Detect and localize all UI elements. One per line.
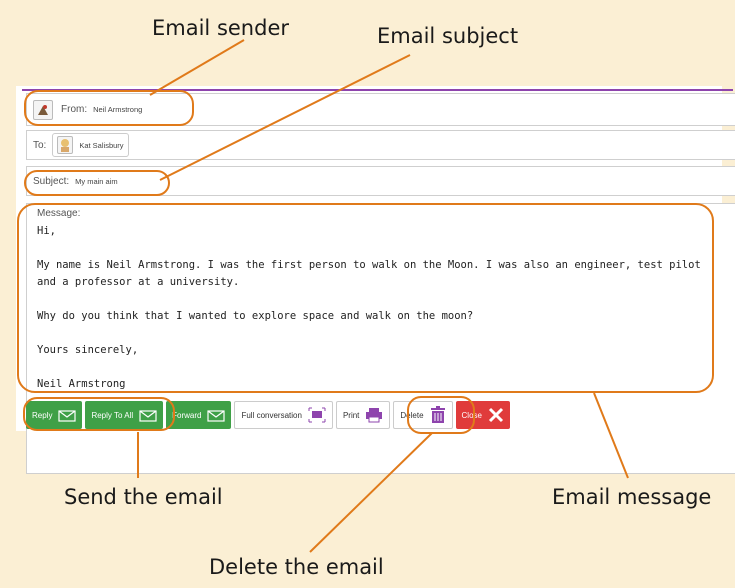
message-body: Hi, My name is Neil Armstrong. I was the…	[37, 223, 726, 393]
email-panel: From: Neil Armstrong To: Kat Salisbury S…	[16, 86, 735, 474]
forward-button[interactable]: Forward	[166, 401, 232, 429]
print-button[interactable]: Print	[335, 401, 391, 429]
printer-icon	[365, 407, 383, 423]
reply-label: Reply	[32, 410, 53, 420]
from-row: From: Neil Armstrong	[26, 93, 735, 126]
conversation-icon	[308, 407, 326, 423]
delete-button[interactable]: Delete	[393, 401, 453, 429]
callout-email-message: Email message	[552, 485, 712, 509]
callout-email-subject: Email subject	[377, 24, 519, 48]
accent-bar	[22, 89, 733, 91]
action-toolbar: Reply Reply To All Forward Full conversa…	[26, 401, 510, 429]
reply-all-label: Reply To All	[91, 410, 134, 420]
full-conversation-button[interactable]: Full conversation	[234, 401, 333, 429]
envelope-icon	[139, 408, 157, 422]
forward-label: Forward	[172, 410, 202, 420]
forward-envelope-icon	[207, 408, 226, 422]
to-label: To:	[33, 139, 47, 151]
close-label: Close	[461, 410, 482, 420]
message-label: Message:	[37, 208, 81, 219]
message-line: Neil Armstrong	[37, 378, 126, 390]
to-value: Kat Salisbury	[79, 140, 124, 150]
trash-icon	[430, 406, 446, 424]
message-line: Hi,	[37, 225, 56, 237]
callout-send-email: Send the email	[64, 485, 223, 509]
recipient-chip[interactable]: Kat Salisbury	[52, 133, 129, 157]
recipient-avatar-icon	[57, 136, 74, 154]
full-conversation-label: Full conversation	[241, 410, 302, 420]
message-box[interactable]: Message: Hi, My name is Neil Armstrong. …	[26, 203, 735, 474]
to-row: To: Kat Salisbury	[26, 130, 735, 160]
from-value: Neil Armstrong	[93, 105, 143, 114]
close-button[interactable]: Close	[455, 401, 510, 429]
callout-delete-email: Delete the email	[209, 555, 384, 579]
callout-email-sender: Email sender	[152, 16, 289, 40]
message-line: My name is Neil Armstrong. I was the fir…	[37, 259, 701, 288]
print-label: Print	[342, 410, 360, 420]
message-line: Yours sincerely,	[37, 344, 139, 356]
delete-label: Delete	[400, 410, 424, 420]
subject-label: Subject:	[33, 175, 70, 187]
from-label: From:	[61, 104, 88, 115]
close-icon	[488, 407, 504, 423]
sender-avatar-icon	[33, 99, 53, 120]
subject-value: My main aim	[75, 176, 118, 186]
envelope-icon	[58, 408, 77, 422]
subject-row: Subject: My main aim	[26, 166, 735, 196]
message-line: Why do you think that I wanted to explor…	[37, 310, 474, 322]
reply-all-button[interactable]: Reply To All	[85, 401, 164, 429]
reply-button[interactable]: Reply	[26, 401, 83, 429]
